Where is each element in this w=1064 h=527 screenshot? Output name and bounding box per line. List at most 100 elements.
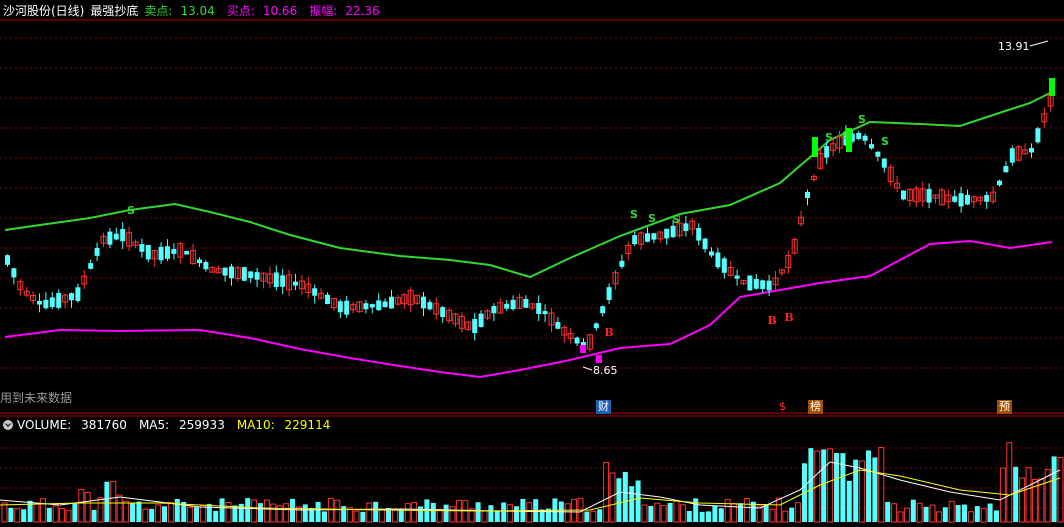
candle-body	[862, 135, 868, 141]
candle-body	[344, 300, 350, 315]
candle-body	[478, 313, 484, 327]
candle-body	[171, 249, 177, 254]
candle-body	[280, 275, 286, 287]
volume-bar	[724, 499, 731, 523]
volume-bar	[72, 503, 78, 522]
volume-bar	[501, 502, 507, 522]
volume-bar	[808, 448, 814, 522]
volume-bar	[155, 504, 162, 523]
volume-bar	[449, 506, 456, 523]
candle-body	[753, 278, 759, 289]
volume-bar	[622, 472, 628, 522]
volume-bar	[404, 503, 411, 523]
candle-body	[337, 301, 343, 313]
candle-body	[824, 146, 830, 158]
volume-bar	[654, 502, 661, 523]
main-chart[interactable]: S S S SS SSSBB B13.918.65	[0, 0, 1064, 527]
future-data-warning: 用到未来数据	[0, 391, 73, 405]
volume-bar	[597, 509, 603, 522]
candle-body	[510, 299, 516, 310]
volume-bar	[897, 511, 904, 523]
sell-signal: S	[842, 129, 850, 142]
volume-bar	[251, 499, 258, 523]
candle-body	[997, 180, 1002, 186]
volume-bar	[290, 498, 295, 522]
volume-bar	[980, 507, 987, 523]
candle-body	[369, 304, 375, 308]
volume-bar	[263, 499, 270, 523]
candle-body	[651, 233, 657, 240]
volume-bar	[987, 503, 993, 522]
volume-bar	[149, 508, 155, 522]
event-dollar[interactable]: $	[777, 400, 788, 414]
sell-signal: S	[672, 213, 680, 226]
candle-body	[145, 244, 151, 260]
volume-bar	[494, 510, 500, 522]
sell-signal: S	[127, 204, 135, 217]
volume-bar	[962, 504, 967, 522]
candle-body	[523, 298, 529, 308]
candle-body	[593, 323, 599, 329]
lower-band-line	[4, 239, 1053, 379]
candle-body	[574, 337, 580, 344]
candle-body	[901, 190, 906, 200]
candle-body	[491, 306, 497, 314]
volume-bar	[436, 509, 443, 523]
event-ranking[interactable]: 榜	[808, 400, 823, 414]
volume-bar	[679, 504, 686, 523]
candle-body	[120, 229, 126, 242]
volume-bar	[738, 503, 743, 522]
volume-bar	[648, 505, 654, 522]
volume-bar	[430, 502, 436, 522]
volume-label: VOLUME: 381760	[17, 418, 127, 432]
candle-body	[43, 299, 49, 309]
candle-body	[1029, 148, 1034, 153]
volume-bar	[782, 510, 789, 523]
volume-bar	[39, 498, 46, 523]
volume-bar	[974, 506, 980, 522]
collapse-icon[interactable]	[3, 420, 13, 430]
volume-bar	[353, 510, 360, 523]
volume-bar	[775, 497, 782, 523]
event-finance[interactable]: 财	[596, 400, 611, 414]
candle-body	[926, 189, 932, 203]
candle-body	[49, 297, 55, 308]
candle-body	[645, 233, 650, 242]
volume-bar	[667, 502, 673, 522]
volume-bar	[245, 498, 251, 522]
volume-bar	[846, 480, 852, 522]
candle-body	[555, 322, 561, 329]
volume-bar	[270, 503, 277, 523]
buy-signal: B	[767, 314, 776, 327]
candle-body	[222, 267, 228, 276]
candle-body	[805, 192, 810, 198]
candle-body	[734, 275, 740, 279]
volume-bar	[571, 498, 578, 523]
volume-bar	[391, 509, 398, 523]
volume-bar	[116, 494, 123, 523]
event-forecast[interactable]: 预	[997, 400, 1012, 414]
candle-body	[600, 306, 606, 314]
volume-bar	[33, 502, 40, 523]
volume-bar	[1006, 442, 1013, 523]
candle-body	[248, 271, 254, 279]
volume-bar	[686, 511, 692, 522]
candle-body	[229, 266, 234, 279]
volume-bar	[225, 502, 232, 523]
volume-bar	[866, 450, 871, 522]
volume-bar	[327, 497, 334, 523]
candle-body	[952, 196, 958, 202]
candle-body	[107, 231, 113, 245]
volume-bar	[366, 502, 373, 523]
volume-bar	[475, 502, 481, 522]
candle-body	[69, 293, 74, 301]
volume-bar	[130, 503, 135, 522]
volume-bar	[923, 506, 929, 522]
volume-bar	[712, 505, 718, 522]
volume-bar	[411, 501, 418, 523]
volume-bar	[955, 505, 961, 522]
candle-body	[75, 287, 81, 301]
candle-body	[1009, 148, 1015, 163]
volume-bar	[418, 506, 423, 522]
volume-bar	[360, 511, 366, 522]
